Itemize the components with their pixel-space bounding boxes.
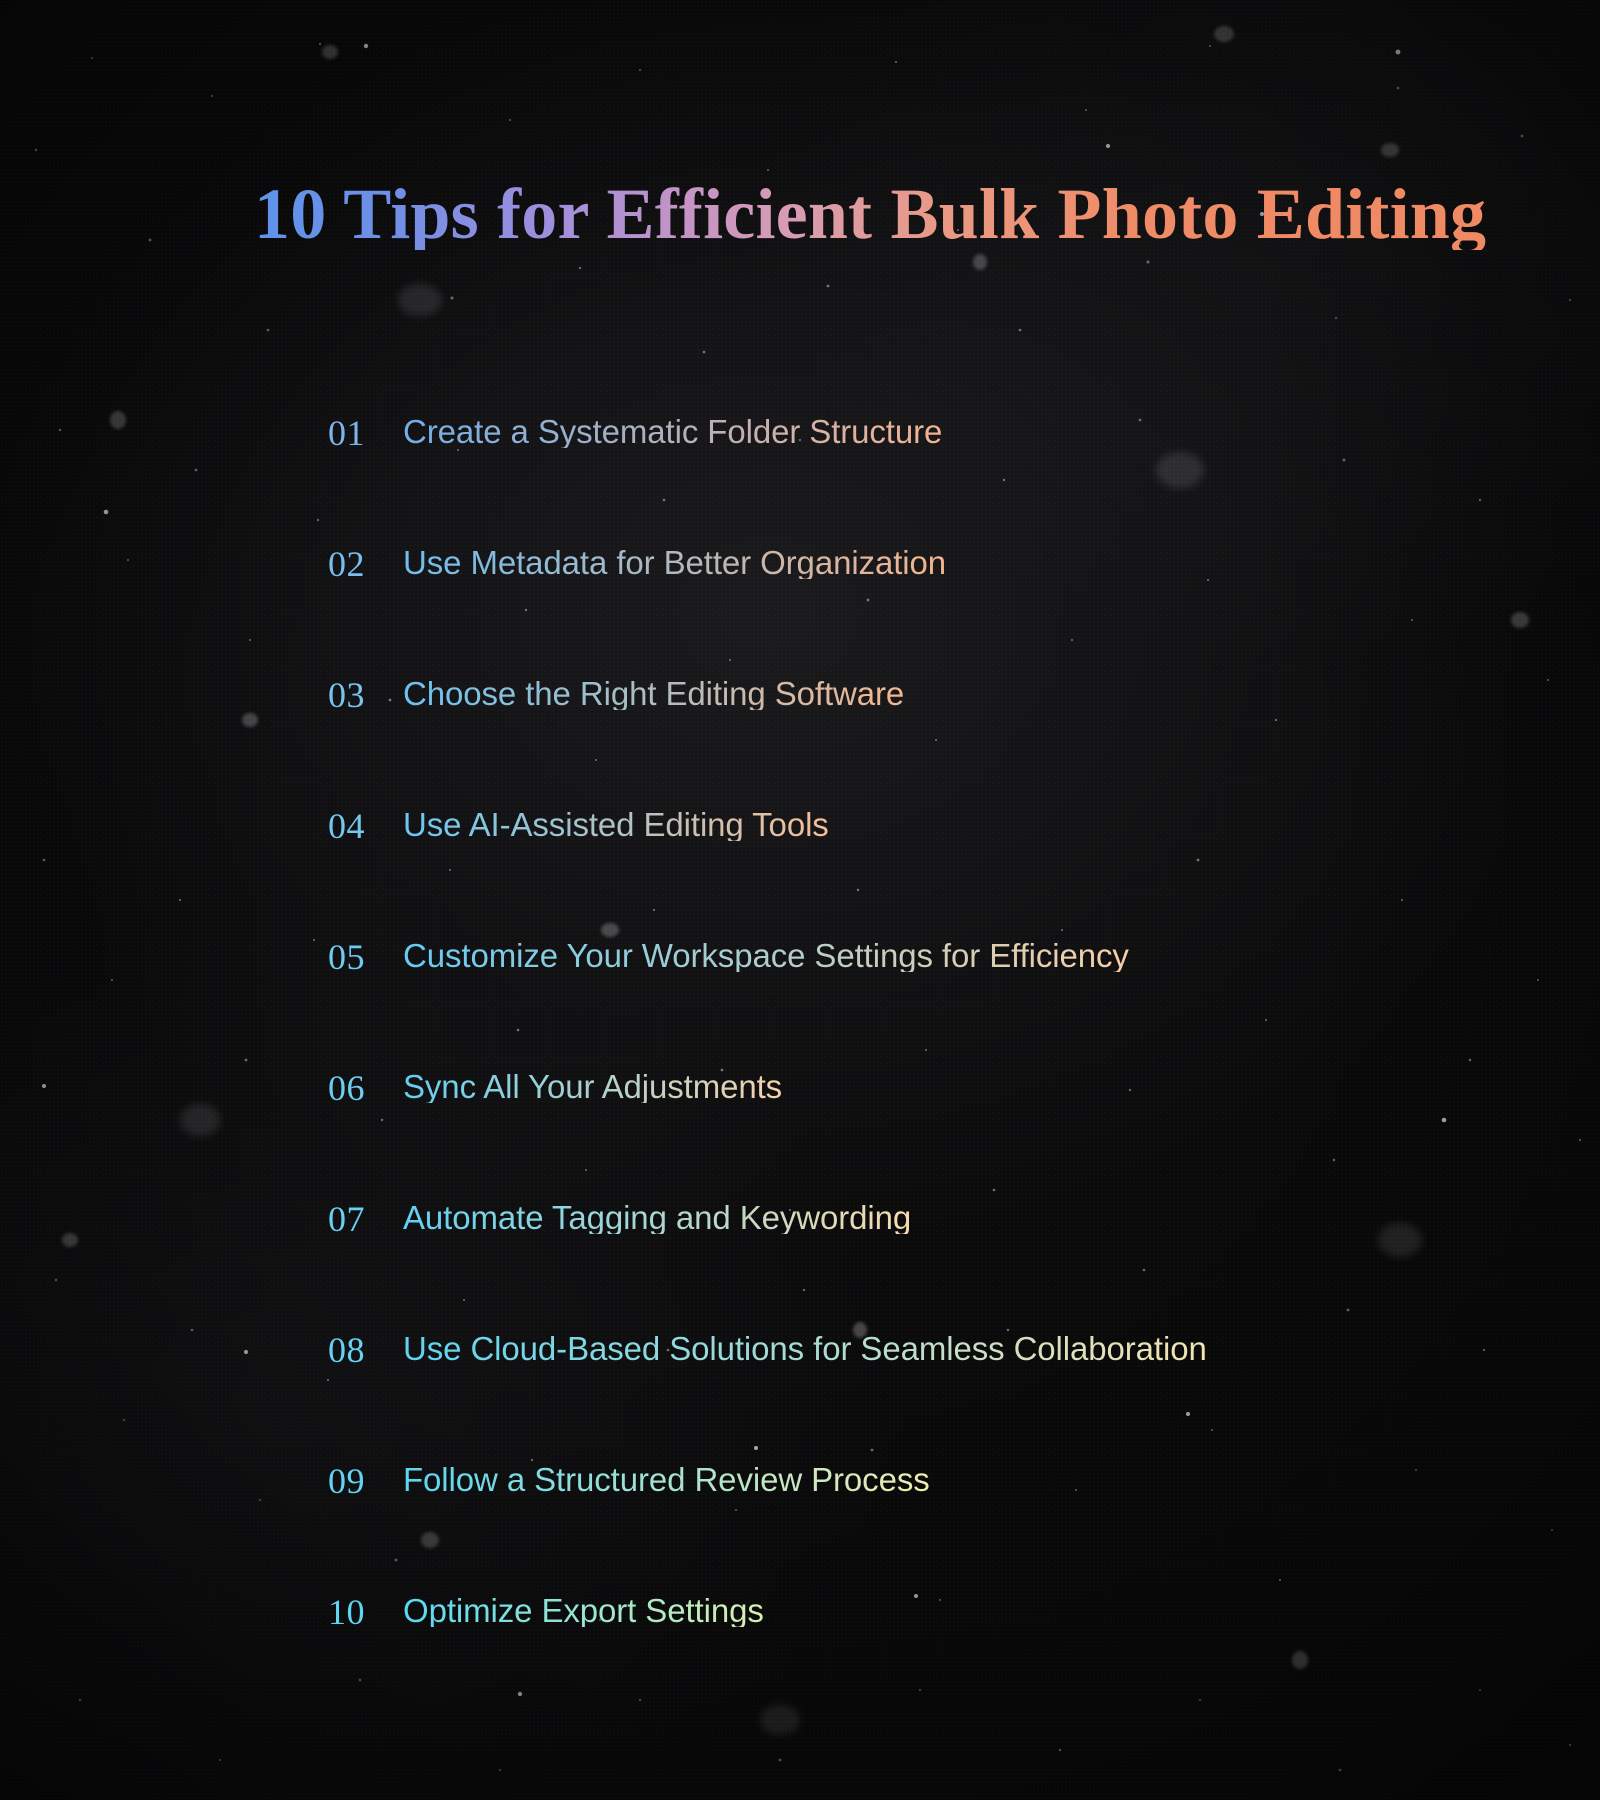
list-item: 02 Use Metadata for Better Organization (0, 546, 1600, 677)
list-item-label: Use AI-Assisted Editing Tools (403, 806, 829, 843)
poster-canvas: 10 Tips for Efficient Bulk Photo Editing… (0, 0, 1600, 1800)
list-item: 05 Customize Your Workspace Settings for… (0, 939, 1600, 1070)
list-item: 07 Automate Tagging and Keywording (0, 1201, 1600, 1332)
list-item: 06 Sync All Your Adjustments (0, 1070, 1600, 1201)
list-item-number: 09 (328, 1461, 365, 1501)
list-item-number: 10 (328, 1592, 365, 1632)
list-item-label: Optimize Export Settings (403, 1592, 764, 1629)
list-item-number: 08 (328, 1330, 365, 1370)
poster-content: 10 Tips for Efficient Bulk Photo Editing… (0, 0, 1600, 1800)
list-item-number: 06 (328, 1068, 365, 1108)
list-item-number: 01 (328, 413, 365, 453)
tips-list: 01 Create a Systematic Folder Structure … (0, 415, 1600, 1725)
list-item-label: Use Cloud-Based Solutions for Seamless C… (403, 1330, 1207, 1367)
list-item: 04 Use AI-Assisted Editing Tools (0, 808, 1600, 939)
list-item-label: Use Metadata for Better Organization (403, 544, 947, 581)
list-item-number: 04 (328, 806, 365, 846)
page-title: 10 Tips for Efficient Bulk Photo Editing (254, 174, 1487, 254)
list-item-label: Sync All Your Adjustments (403, 1068, 783, 1105)
list-item: 03 Choose the Right Editing Software (0, 677, 1600, 808)
list-item-number: 07 (328, 1199, 365, 1239)
list-item-label: Choose the Right Editing Software (403, 675, 905, 712)
list-item: 01 Create a Systematic Folder Structure (0, 415, 1600, 546)
list-item-number: 03 (328, 675, 365, 715)
list-item: 09 Follow a Structured Review Process (0, 1463, 1600, 1594)
list-item-label: Create a Systematic Folder Structure (403, 413, 943, 450)
list-item-label: Customize Your Workspace Settings for Ef… (403, 937, 1129, 974)
list-item-label: Automate Tagging and Keywording (403, 1199, 912, 1236)
list-item-number: 05 (328, 937, 365, 977)
list-item-label: Follow a Structured Review Process (403, 1461, 930, 1498)
list-item: 08 Use Cloud-Based Solutions for Seamles… (0, 1332, 1600, 1463)
list-item-number: 02 (328, 544, 365, 584)
list-item: 10 Optimize Export Settings (0, 1594, 1600, 1725)
